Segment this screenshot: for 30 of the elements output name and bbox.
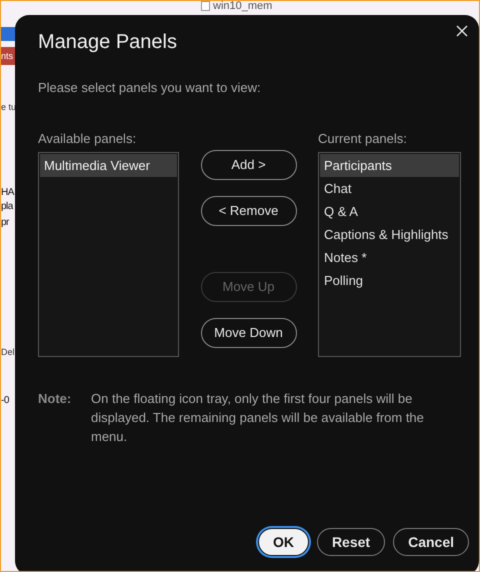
available-panels-list[interactable]: Multimedia Viewer bbox=[38, 152, 179, 356]
action-button[interactable]: Add > bbox=[200, 150, 296, 180]
document-icon bbox=[201, 1, 210, 11]
action-button[interactable]: Move Down bbox=[200, 318, 296, 348]
list-item[interactable]: Chat bbox=[320, 176, 459, 200]
background-text: pr bbox=[1, 217, 9, 229]
current-panels-list[interactable]: Participants Chat Q & A Captions & Highlights Notes * Polling bbox=[318, 152, 461, 356]
close-icon[interactable] bbox=[455, 24, 469, 38]
background-text: Del bbox=[1, 346, 15, 358]
list-item[interactable]: Notes * bbox=[320, 246, 459, 268]
background-text: pla bbox=[1, 201, 13, 213]
action-button[interactable]: < Remove bbox=[200, 196, 296, 226]
background-text: -0 bbox=[1, 395, 9, 407]
instruction-text: Please select panels you want to view: bbox=[38, 79, 261, 97]
list-item[interactable]: Polling bbox=[320, 268, 459, 292]
window-title: win10_mem bbox=[213, 1, 272, 13]
list-item[interactable]: Multimedia Viewer bbox=[40, 154, 177, 176]
list-item[interactable]: Q & A bbox=[320, 200, 459, 222]
list-item[interactable]: Participants bbox=[320, 154, 459, 176]
available-panels-label: Available panels: bbox=[38, 130, 136, 146]
dialog-button[interactable]: Cancel bbox=[393, 528, 469, 556]
background-text: HA bbox=[1, 187, 14, 199]
dialog-button[interactable]: Reset bbox=[316, 528, 386, 556]
list-item[interactable]: Captions & Highlights bbox=[320, 222, 459, 246]
dialog-title: Manage Panels bbox=[38, 30, 177, 55]
ribbon-bar bbox=[1, 27, 15, 41]
dialog-button[interactable]: OK bbox=[258, 528, 309, 556]
note-text: On the floating icon tray, only the first four panels will be displayed. The remaining panels will be available from the menu. bbox=[91, 390, 425, 446]
current-panels-label: Current panels: bbox=[318, 130, 407, 146]
note-label: Note: bbox=[38, 390, 72, 408]
